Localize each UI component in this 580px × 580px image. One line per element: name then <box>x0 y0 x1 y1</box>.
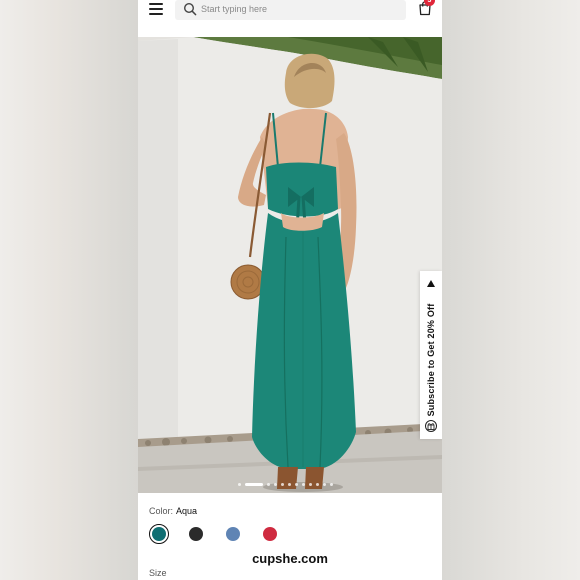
product-image[interactable] <box>138 37 442 493</box>
color-swatches <box>149 524 280 544</box>
swatch-black[interactable] <box>186 524 206 544</box>
background-right <box>442 0 580 580</box>
color-label: Color: <box>149 506 174 516</box>
color-selector-label: Color: Aqua <box>149 506 197 516</box>
size-label: Size <box>149 568 167 578</box>
swatch-blue[interactable] <box>223 524 243 544</box>
swatch-red[interactable] <box>260 524 280 544</box>
subscribe-label: Subscribe to Get 20% Off <box>426 303 436 417</box>
hamburger-menu-icon[interactable] <box>149 3 163 15</box>
carousel-dot[interactable] <box>316 482 319 486</box>
watermark: cupshe.com <box>245 546 335 572</box>
swatch-black-fill <box>189 527 203 541</box>
carousel-dot[interactable] <box>274 482 277 486</box>
carousel-dot[interactable] <box>309 482 312 486</box>
carousel-dot[interactable] <box>267 482 270 486</box>
swatch-blue-fill <box>226 527 240 541</box>
top-header: 3 <box>138 0 442 37</box>
product-photo <box>138 37 442 493</box>
swatch-red-fill <box>263 527 277 541</box>
carousel-dot[interactable] <box>323 482 326 486</box>
gift-icon <box>425 420 437 432</box>
search-bar[interactable] <box>175 0 406 20</box>
carousel-dot[interactable] <box>295 482 298 486</box>
carousel-dot[interactable] <box>281 482 284 486</box>
carousel-dot-active[interactable] <box>245 482 263 486</box>
color-value: Aqua <box>176 506 198 516</box>
carousel-dot[interactable] <box>302 482 305 486</box>
background-left <box>0 0 138 580</box>
carousel-indicator <box>238 481 333 487</box>
carousel-dot[interactable] <box>288 482 291 486</box>
mobile-page: 3 <box>138 0 442 580</box>
cart-count-badge: 3 <box>424 0 435 6</box>
carousel-dot[interactable] <box>330 482 333 486</box>
triangle-up-icon <box>427 280 435 287</box>
carousel-dot[interactable] <box>238 482 241 486</box>
swatch-aqua[interactable] <box>149 524 169 544</box>
subscribe-discount-tab[interactable]: Subscribe to Get 20% Off <box>420 271 442 439</box>
search-input[interactable] <box>201 0 401 18</box>
swatch-aqua-fill <box>152 527 166 541</box>
search-icon <box>183 2 197 16</box>
